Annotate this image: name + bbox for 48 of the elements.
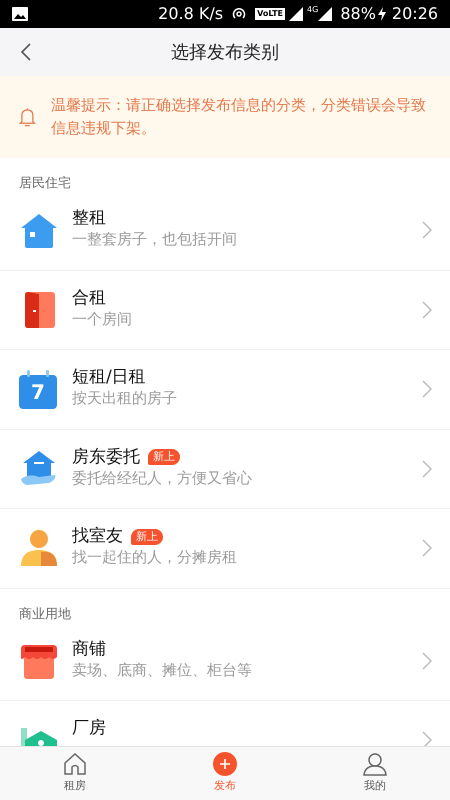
charging-icon [378,7,386,21]
category-description: 卖场、底商、摊位、柜台等 [72,660,253,680]
category-description: 一个房间 [72,308,133,330]
network-speed: 20.8 K/s [158,3,224,25]
image-icon [12,7,28,21]
home-icon [63,752,87,776]
category-item[interactable]: 整租 一整套房子，也包括开间 [0,191,450,270]
clock: 20:26 [392,3,438,25]
category-item[interactable]: 房东委托 新上 委托给经纪人，方便又省心 [0,430,450,509]
tab-item[interactable]: 我的 [300,747,450,800]
chevron-right-icon [422,460,432,478]
battery-level: 88% [340,3,376,25]
new-badge: 新上 [131,528,163,544]
signal-icon [318,7,332,21]
category-title: 厂房 [72,719,106,738]
chevron-right-icon [422,652,432,670]
user-icon [363,752,387,776]
chevron-right-icon [422,380,432,398]
tab-item[interactable]: 租房 [0,747,150,800]
new-badge: 新上 [148,449,180,465]
category-title: 短租/日租 [72,368,146,387]
chevron-right-icon [422,300,432,318]
category-description: 按天出租的房子 [72,388,178,409]
category-title: 商铺 [72,640,106,658]
section-label: 商业用地 [19,606,71,624]
page-title: 选择发布类别 [171,40,279,64]
category-title: 整租 [72,209,106,228]
section-label: 居民住宅 [19,175,71,194]
category-title: 找室友 [72,527,123,546]
category-item[interactable]: 合租 一个房间 [0,270,450,350]
volte-badge: VoLTE [255,8,286,20]
chevron-right-icon [422,539,432,557]
category-title: 合租 [72,288,106,308]
chevron-right-icon [422,221,432,239]
plus-icon [213,752,237,776]
category-item[interactable]: 商铺 卖场、底商、摊位、柜台等 [0,622,450,701]
person-icon [19,528,59,568]
category-title: 房东委托 [72,448,140,466]
category-description: 找一起住的人，分摊房租 [72,547,238,568]
notice-text: 温馨提示：请正确选择发布信息的分类，分类错误会导致信息违规下架。 [50,95,426,139]
signal-icon [289,7,304,21]
network-type: 4G [307,4,318,16]
category-description: 委托给经纪人，方便又省心 [72,468,253,488]
category-item[interactable]: 找室友 新上 找一起住的人，分摊房租 [0,509,450,588]
category-item[interactable]: 7 短租/日租 按天出租的房子 [0,350,450,430]
back-icon [20,42,32,62]
chevron-right-icon [422,731,432,746]
category-description: 一整套房子，也包括开间 [72,229,238,250]
